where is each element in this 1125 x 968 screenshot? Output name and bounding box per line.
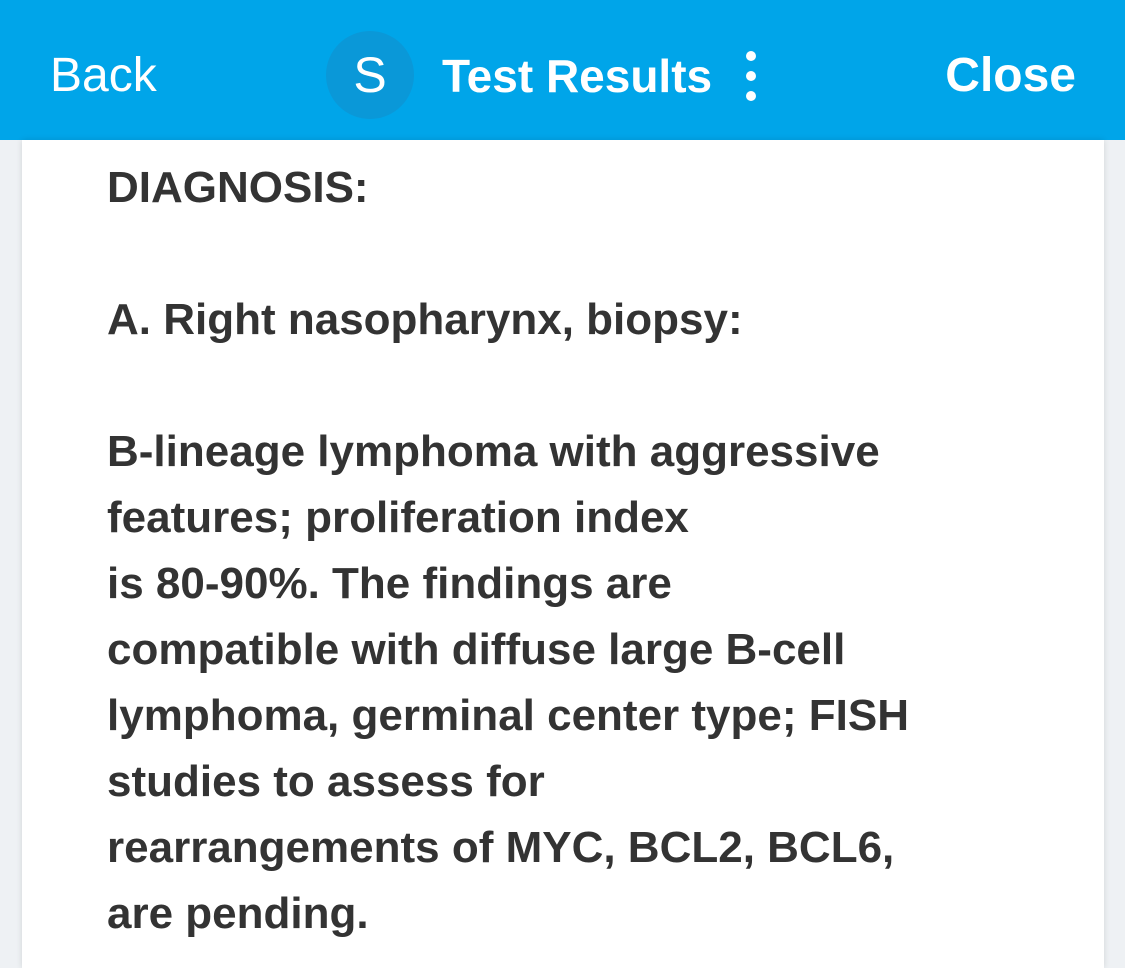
close-button[interactable]: Close xyxy=(945,48,1076,104)
more-options-icon[interactable] xyxy=(738,51,764,103)
top-nav-bar: Back S Test Results Close xyxy=(0,0,1125,140)
diagnosis-report-text: DIAGNOSIS: A. Right nasopharynx, biopsy:… xyxy=(107,163,909,938)
avatar[interactable]: S xyxy=(326,31,414,119)
page-title: Test Results xyxy=(442,50,713,102)
avatar-letter: S xyxy=(353,47,387,103)
back-button[interactable]: Back xyxy=(50,48,157,104)
